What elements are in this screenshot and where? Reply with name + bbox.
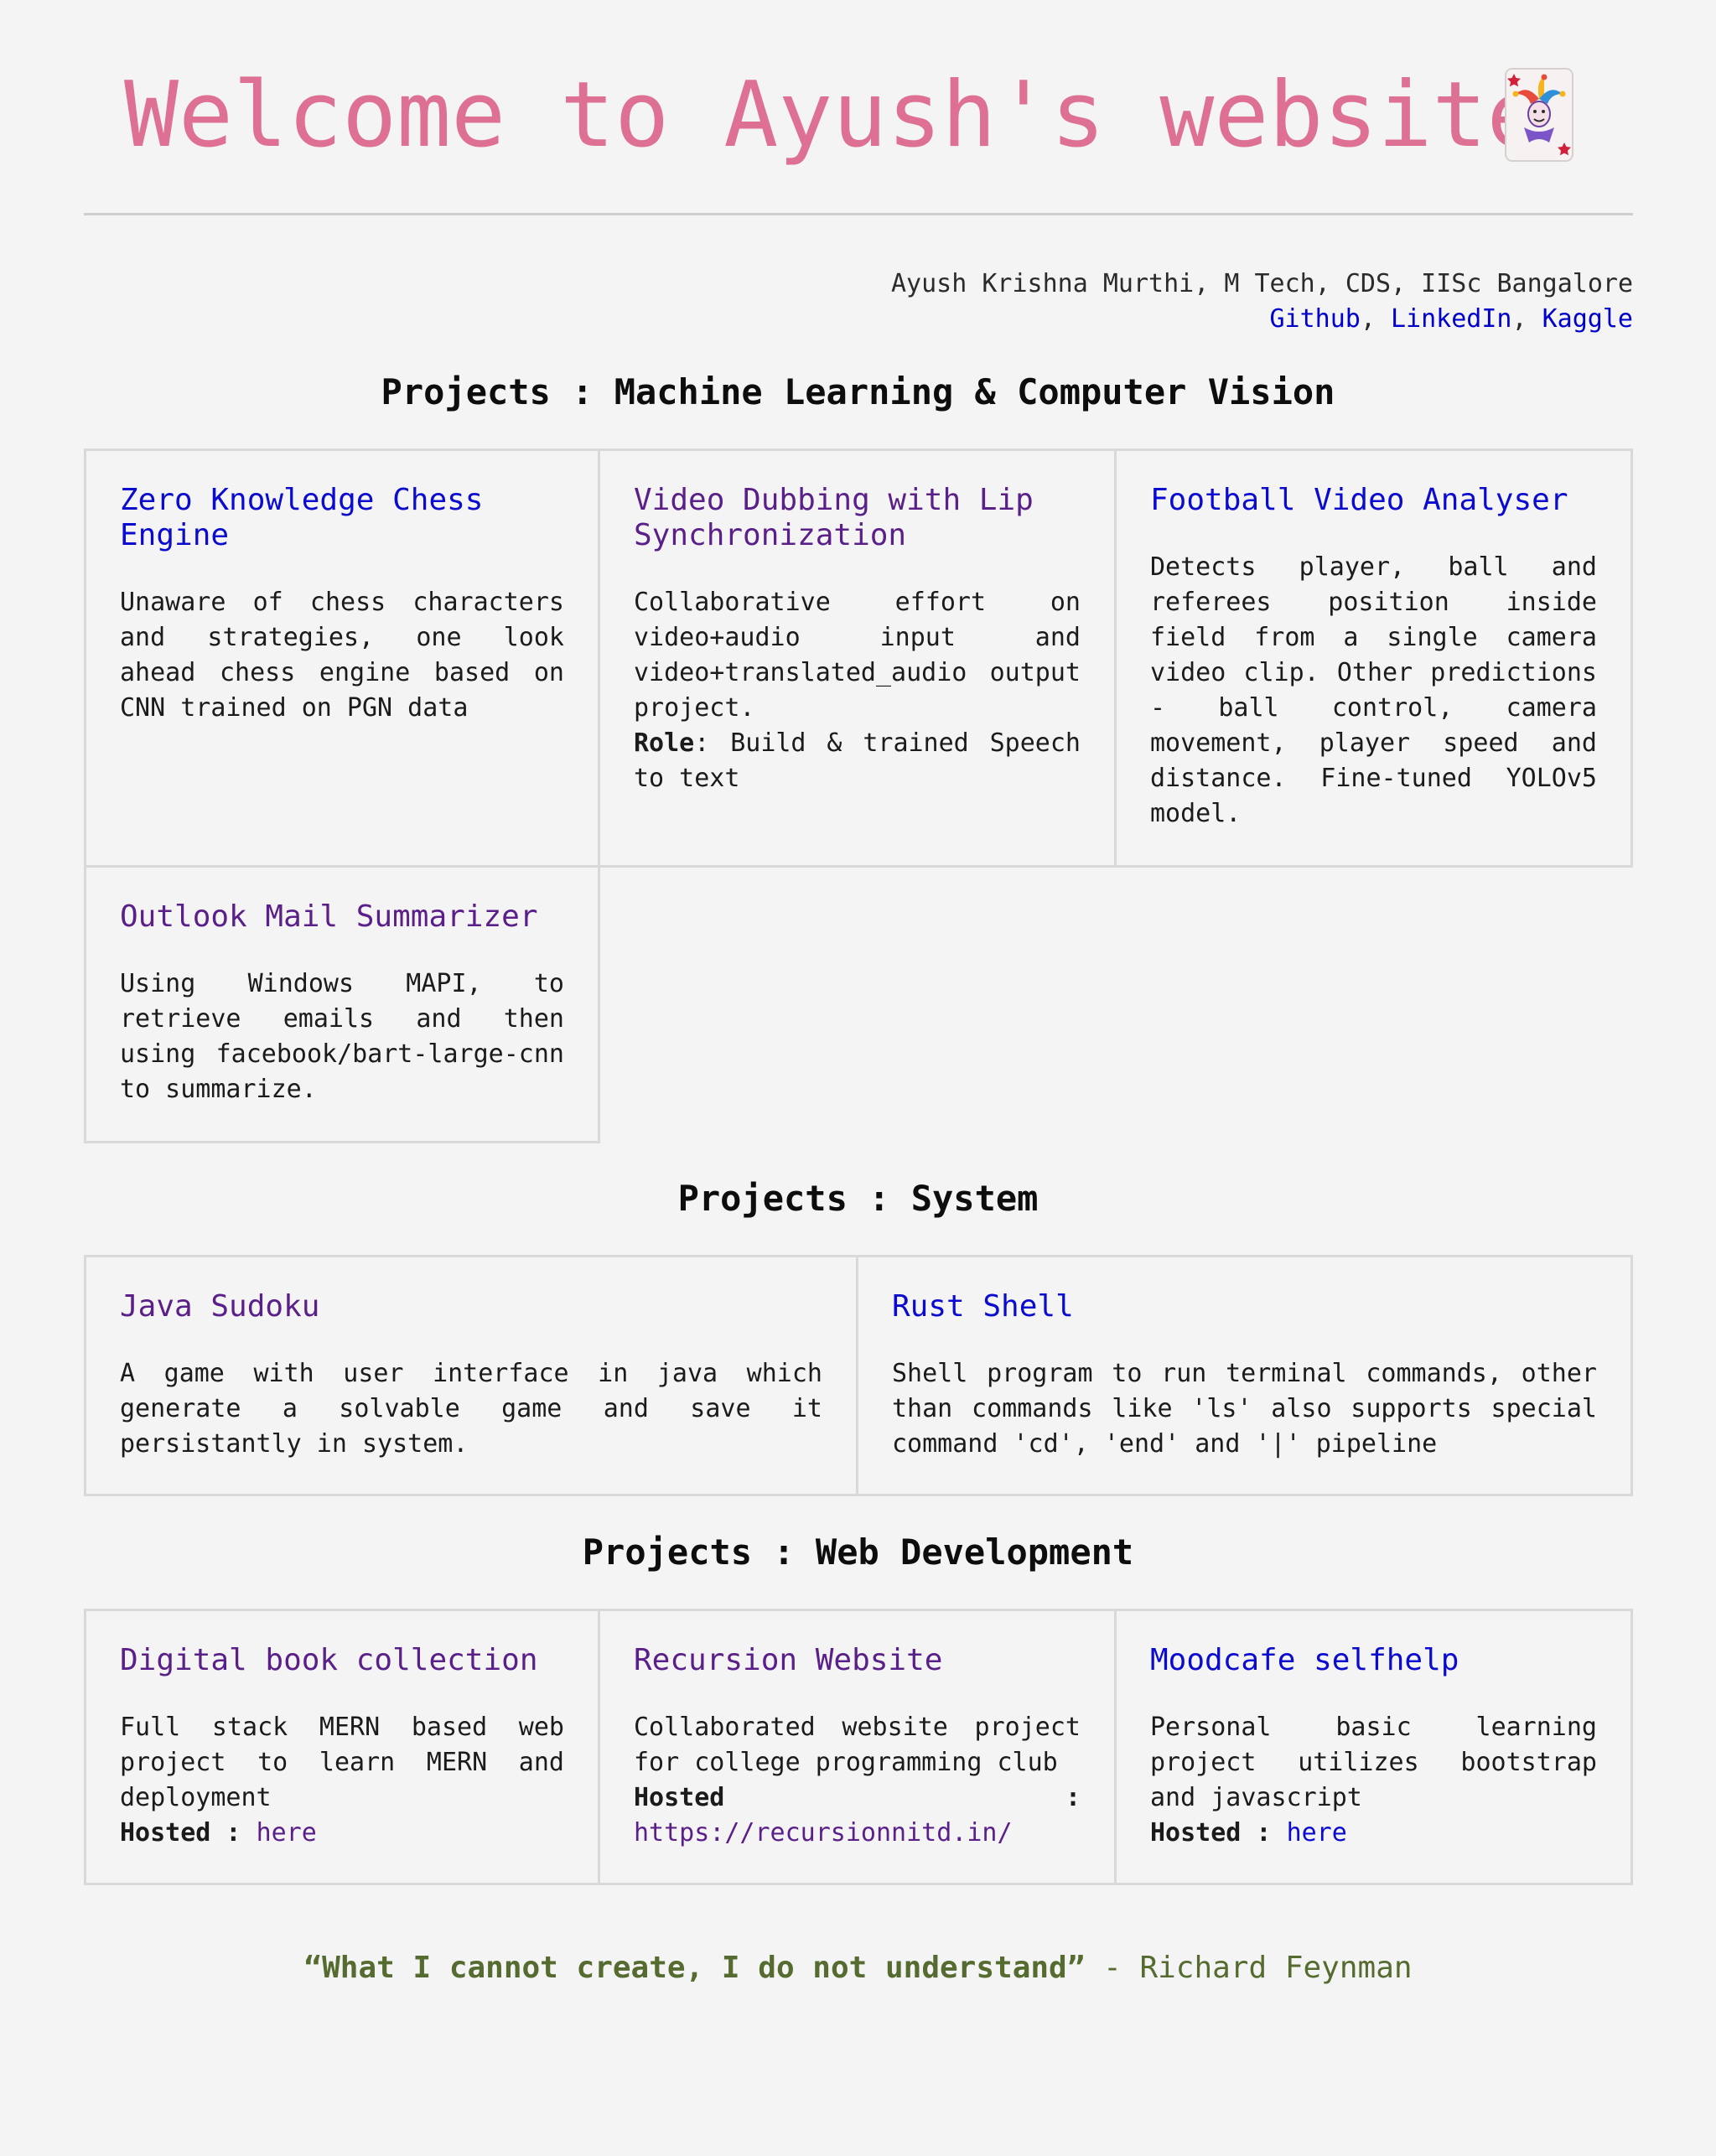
joker-card-icon bbox=[1505, 68, 1573, 162]
project-card-digital-book: Digital book collection Full stack MERN … bbox=[84, 1609, 600, 1885]
project-title-link[interactable]: Moodcafe selfhelp bbox=[1150, 1643, 1597, 1678]
link-separator: , bbox=[1360, 304, 1391, 334]
project-card-football-analyser: Football Video Analyser Detects player, … bbox=[1114, 448, 1633, 868]
feynman-quote: “What I cannot create, I do not understa… bbox=[0, 1943, 1716, 1993]
description-text: Personal basic learning project utilizes… bbox=[1150, 1713, 1597, 1812]
hosted-row: Hosted: bbox=[634, 1780, 1081, 1816]
quote-text: “What I cannot create, I do not understa… bbox=[303, 1951, 1086, 1985]
project-card-moodcafe: Moodcafe selfhelp Personal basic learnin… bbox=[1114, 1609, 1633, 1885]
hosted-link[interactable]: here bbox=[257, 1818, 317, 1848]
project-description: Personal basic learning project utilizes… bbox=[1150, 1710, 1597, 1851]
project-description: Using Windows MAPI, to retrieve emails a… bbox=[120, 969, 564, 1104]
hosted-link[interactable]: here bbox=[1287, 1818, 1347, 1848]
hosted-label: Hosted : bbox=[1150, 1818, 1272, 1848]
project-description: Collaborative effort on video+audio inpu… bbox=[634, 585, 1081, 796]
project-title-link[interactable]: Rust Shell bbox=[892, 1289, 1597, 1324]
project-title-link[interactable]: Outlook Mail Summarizer bbox=[120, 899, 564, 935]
project-description: Shell program to run terminal commands, … bbox=[892, 1359, 1597, 1459]
project-card-java-sudoku: Java Sudoku A game with user interface i… bbox=[84, 1255, 858, 1496]
section-title-system: Projects : System bbox=[677, 1178, 1039, 1219]
project-card-recursion-website: Recursion Website Collaborated website p… bbox=[598, 1609, 1117, 1885]
link-separator: , bbox=[1511, 304, 1542, 334]
project-title-link[interactable]: Zero Knowledge Chess Engine bbox=[120, 483, 564, 553]
project-card-chess-engine: Zero Knowledge Chess Engine Unaware of c… bbox=[84, 448, 600, 868]
project-title-link[interactable]: Java Sudoku bbox=[120, 1289, 822, 1324]
project-description: Collaborated website project for college… bbox=[634, 1710, 1081, 1851]
role-label: Role bbox=[634, 728, 695, 758]
description-text: Full stack MERN based web project to lea… bbox=[120, 1713, 564, 1812]
ml-cv-project-grid: Zero Knowledge Chess Engine Unaware of c… bbox=[84, 448, 1633, 1143]
author-name: Ayush Krishna Murthi, M Tech, CDS, IISc … bbox=[890, 269, 1633, 298]
project-card-rust-shell: Rust Shell Shell program to run terminal… bbox=[856, 1255, 1633, 1496]
section-title-ml-cv: Projects : Machine Learning & Computer V… bbox=[381, 371, 1335, 412]
kaggle-link[interactable]: Kaggle bbox=[1542, 304, 1633, 334]
site-title: Welcome to Ayush's website bbox=[124, 63, 1542, 168]
project-title-link[interactable]: Football Video Analyser bbox=[1150, 483, 1597, 518]
github-link[interactable]: Github bbox=[1270, 304, 1361, 334]
linkedin-link[interactable]: LinkedIn bbox=[1391, 304, 1512, 334]
project-description: Unaware of chess characters and strategi… bbox=[120, 588, 564, 723]
author-info: Ayush Krishna Murthi, M Tech, CDS, IISc … bbox=[891, 267, 1633, 337]
hosted-link[interactable]: https://recursionnitd.in/ bbox=[634, 1818, 1013, 1848]
project-card-video-dubbing: Video Dubbing with Lip Synchronization C… bbox=[598, 448, 1117, 868]
description-text: Collaborative effort on video+audio inpu… bbox=[634, 588, 1081, 723]
hosted-label: Hosted bbox=[634, 1783, 725, 1812]
page: Welcome to Ayush's website Ayush Krishna… bbox=[0, 0, 1716, 2156]
quote-attribution: - Richard Feynman bbox=[1103, 1951, 1413, 1985]
hosted-label: Hosted : bbox=[120, 1818, 241, 1848]
project-title-link[interactable]: Video Dubbing with Lip Synchronization bbox=[634, 483, 1081, 553]
web-dev-project-grid: Digital book collection Full stack MERN … bbox=[84, 1609, 1633, 1885]
section-title-web-dev: Projects : Web Development bbox=[582, 1531, 1134, 1573]
project-title-link[interactable]: Recursion Website bbox=[634, 1643, 1081, 1678]
role-text: : Build & trained Speech to text bbox=[634, 728, 1081, 793]
hosted-colon: : bbox=[1065, 1783, 1081, 1812]
profile-links: Github, LinkedIn, Kaggle bbox=[891, 302, 1634, 337]
project-description: Full stack MERN based web project to lea… bbox=[120, 1710, 564, 1851]
header-divider bbox=[84, 213, 1633, 215]
project-card-mail-summarizer: Outlook Mail Summarizer Using Windows MA… bbox=[84, 865, 600, 1143]
project-description: A game with user interface in java which… bbox=[120, 1359, 822, 1459]
system-project-grid: Java Sudoku A game with user interface i… bbox=[84, 1255, 1633, 1496]
project-description: Detects player, ball and referees positi… bbox=[1150, 552, 1597, 828]
project-title-link[interactable]: Digital book collection bbox=[120, 1643, 564, 1678]
description-text: Collaborated website project for college… bbox=[634, 1713, 1081, 1777]
